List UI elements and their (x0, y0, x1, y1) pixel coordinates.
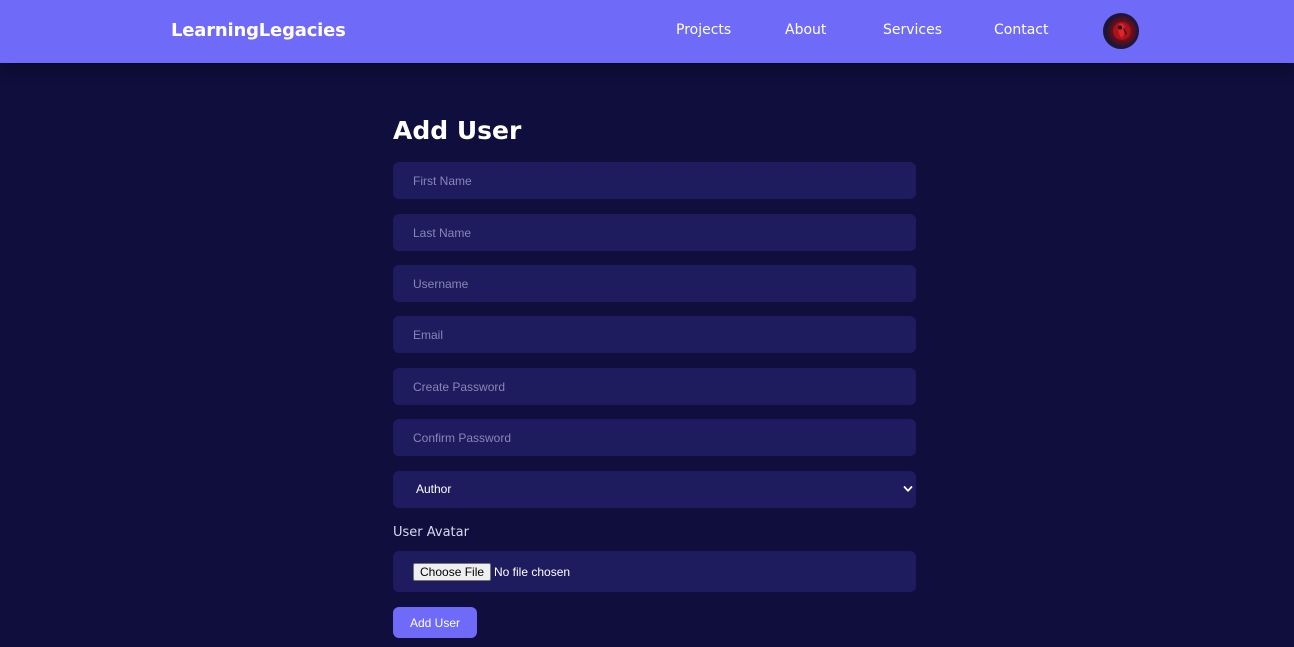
add-user-button[interactable]: Add User (393, 607, 477, 638)
first-name-input[interactable] (393, 162, 916, 199)
username-input[interactable] (393, 265, 916, 302)
email-input[interactable] (393, 316, 916, 353)
avatar-image-icon (1113, 22, 1131, 40)
navbar: LearningLegacies Projects About Services… (0, 0, 1294, 63)
avatar-file-input: Choose File No file chosen (393, 551, 916, 592)
nav-link-projects[interactable]: Projects (676, 22, 731, 38)
nav-link-about[interactable]: About (785, 22, 826, 38)
user-avatar-label: User Avatar (393, 525, 469, 540)
nav-link-contact[interactable]: Contact (994, 22, 1048, 38)
role-select-value: Author (416, 482, 452, 496)
chevron-down-icon (903, 486, 913, 492)
choose-file-button[interactable]: Choose File (413, 563, 492, 581)
create-password-input[interactable] (393, 368, 916, 405)
file-status-text: No file chosen (494, 565, 571, 579)
last-name-input[interactable] (393, 214, 916, 251)
confirm-password-input[interactable] (393, 419, 916, 456)
nav-link-services[interactable]: Services (883, 22, 942, 38)
user-avatar[interactable] (1103, 13, 1139, 49)
role-select[interactable]: Author (393, 471, 916, 508)
page-title: Add User (393, 116, 522, 145)
site-logo[interactable]: LearningLegacies (171, 20, 346, 41)
